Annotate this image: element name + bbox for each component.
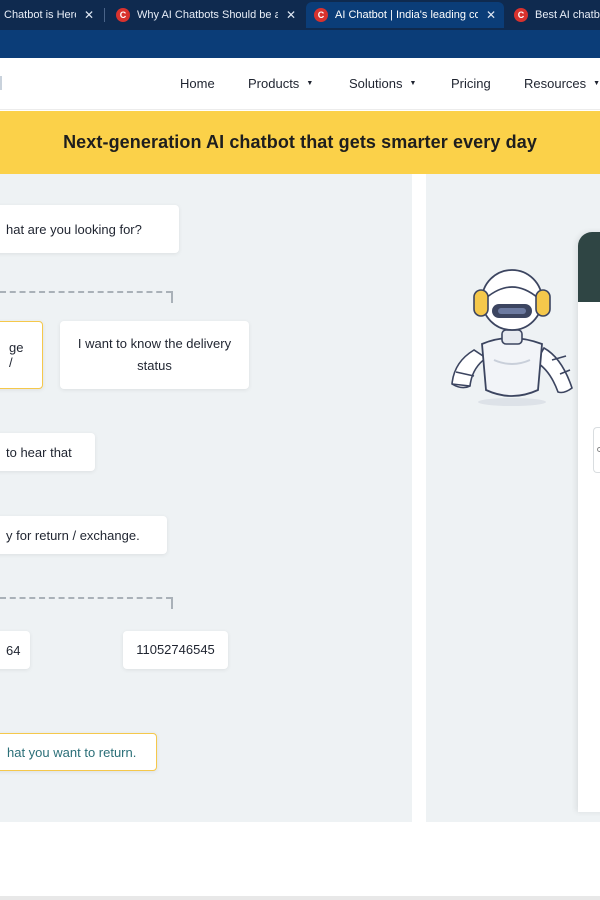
bot-reply-bubble: to hear that (0, 433, 95, 471)
tab-title: AI Chatbot | India's leading conv (335, 9, 478, 21)
nav-item-home[interactable]: Home (180, 76, 215, 91)
flow-connector (0, 291, 172, 293)
close-icon[interactable]: ✕ (286, 8, 296, 22)
flow-connector (171, 597, 173, 609)
browser-tab-active[interactable]: C AI Chatbot | India's leading conv ✕ (306, 2, 504, 28)
flow-connector (171, 291, 173, 303)
nav-item-resources[interactable]: Resources ▼ (524, 76, 600, 91)
tab-title: Best AI chatbot (535, 9, 600, 21)
robot-mascot-icon (451, 269, 573, 406)
tab-title: Chatbot is Here t (4, 9, 76, 21)
nav-item-products[interactable]: Products ▼ (248, 76, 313, 91)
tab-divider (104, 8, 105, 22)
nav-item-label: Solutions (349, 76, 403, 91)
page-bottom-edge (0, 896, 600, 900)
order-option-bubble[interactable]: 11052746545 (123, 631, 228, 669)
bot-final-bubble: hat you want to return. (0, 733, 157, 771)
banner-headline: Next-generation AI chatbot that gets sma… (63, 132, 537, 152)
site-favicon-icon: C (314, 8, 328, 22)
browser-toolbar (0, 30, 600, 58)
nav-item-label: Products (248, 76, 300, 91)
bot-reply-bubble: y for return / exchange. (0, 516, 167, 554)
bubble-text: ge / (9, 340, 24, 370)
caret-down-icon: ▼ (593, 80, 600, 87)
nav-item-label: Home (180, 76, 215, 91)
hero-banner: Next-generation AI chatbot that gets sma… (0, 111, 600, 174)
nav-item-label: Pricing (451, 76, 491, 91)
site-favicon-icon: C (514, 8, 528, 22)
browser-tab[interactable]: C Best AI chatbot (506, 2, 600, 28)
chat-widget-preview (578, 232, 600, 812)
close-icon[interactable]: ✕ (84, 8, 94, 22)
site-navbar: Home Products ▼ Solutions ▼ Pricing Reso… (0, 58, 600, 110)
browser-tab-strip: Chatbot is Here t ✕ C Why AI Chatbots Sh… (0, 0, 600, 30)
close-icon[interactable]: ✕ (486, 8, 496, 22)
browser-tab[interactable]: Chatbot is Here t ✕ (0, 2, 102, 28)
chat-widget-handle[interactable] (593, 427, 600, 473)
bubble-text: to hear that (6, 444, 72, 460)
order-option-bubble[interactable]: 64 (0, 631, 30, 669)
tab-title: Why AI Chatbots Should be a Pa (137, 9, 278, 21)
bubble-text: I want to know the delivery status (77, 336, 232, 373)
caret-down-icon: ▼ (306, 80, 314, 87)
option-bubble-delivery-status[interactable]: I want to know the delivery status (60, 321, 249, 389)
flow-connector (0, 597, 172, 599)
browser-tab[interactable]: C Why AI Chatbots Should be a Pa ✕ (108, 2, 304, 28)
site-favicon-icon: C (116, 8, 130, 22)
bubble-text: 64 (6, 642, 21, 658)
bubble-text: hat are you looking for? (6, 221, 142, 237)
bubble-text: hat you want to return. (7, 744, 137, 760)
nav-item-solutions[interactable]: Solutions ▼ (349, 76, 416, 91)
caret-down-icon: ▼ (409, 80, 417, 87)
nav-item-pricing[interactable]: Pricing (451, 76, 491, 91)
option-bubble-selected[interactable]: ge / (0, 321, 43, 389)
nav-item-label: Resources (524, 76, 587, 91)
bubble-text: 11052746545 (136, 642, 215, 657)
robot-illustration-panel (426, 174, 600, 822)
bot-question-bubble: hat are you looking for? (0, 205, 179, 253)
chat-flow-panel: hat are you looking for? ge / I want to … (0, 174, 412, 822)
chat-widget-header (578, 232, 600, 302)
bubble-text: y for return / exchange. (6, 527, 140, 543)
logo-fragment (0, 76, 2, 90)
